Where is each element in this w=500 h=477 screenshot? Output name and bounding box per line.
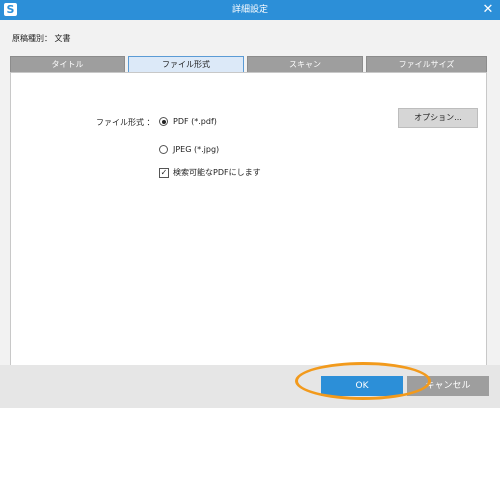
radio-unselected-icon[interactable] xyxy=(159,145,168,154)
cancel-button[interactable]: キャンセル xyxy=(407,376,489,396)
radio-selected-icon[interactable] xyxy=(159,117,168,126)
window-title: 詳細設定 xyxy=(231,5,268,15)
document-type-label: 原稿種別： 文書 xyxy=(12,34,71,43)
tab-file-size[interactable]: ファイルサイズ xyxy=(366,56,487,72)
close-icon[interactable]: ✕ xyxy=(480,2,496,18)
radio-pdf-label: PDF (*.pdf) xyxy=(173,117,217,126)
title-bar: S 詳細設定 ✕ xyxy=(0,0,500,20)
radio-pdf[interactable]: PDF (*.pdf) xyxy=(159,117,217,126)
searchable-pdf-label: 検索可能なPDFにします xyxy=(173,168,261,177)
radio-jpeg-label: JPEG (*.jpg) xyxy=(173,145,220,154)
ok-button[interactable]: OK xyxy=(321,376,403,396)
tab-file-format[interactable]: ファイル形式 xyxy=(128,56,244,72)
tab-title[interactable]: タイトル xyxy=(10,56,125,72)
options-button[interactable]: オプション... xyxy=(398,108,478,128)
tab-scan[interactable]: スキャン xyxy=(247,56,363,72)
file-format-panel: ファイル形式 ： PDF (*.pdf) JPEG (*.jpg) ✓ 検索可能な… xyxy=(10,72,487,366)
radio-jpeg[interactable]: JPEG (*.jpg) xyxy=(159,145,219,154)
searchable-pdf-checkbox[interactable]: ✓ 検索可能なPDFにします xyxy=(159,167,261,178)
tab-bar: タイトル ファイル形式 スキャン ファイルサイズ xyxy=(10,56,487,72)
file-format-label: ファイル形式 ： xyxy=(96,118,155,127)
dialog-body: 原稿種別： 文書 タイトル ファイル形式 スキャン ファイルサイズ ファイル形式… xyxy=(0,20,500,408)
checkmark-icon[interactable]: ✓ xyxy=(159,167,169,178)
